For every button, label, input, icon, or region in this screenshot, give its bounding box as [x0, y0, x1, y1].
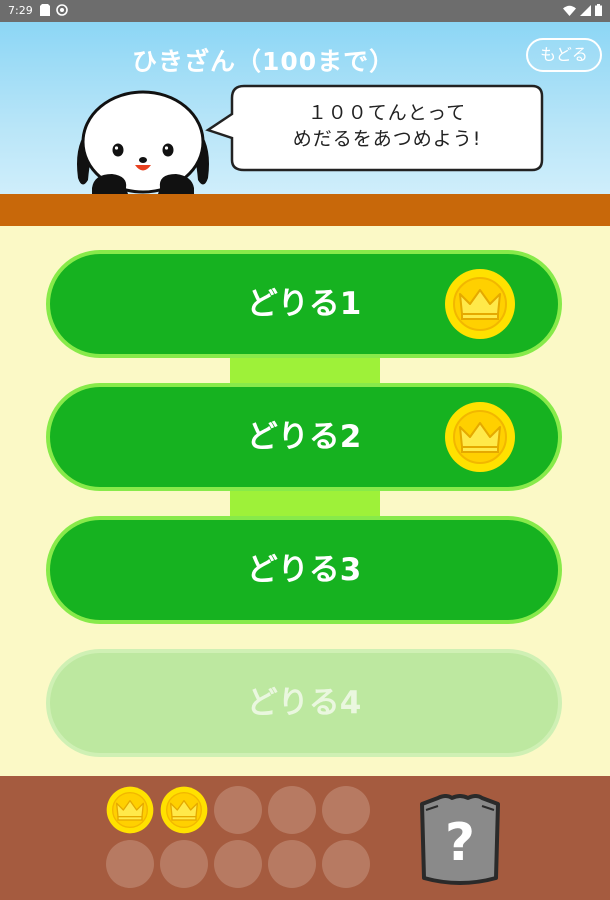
mystery-prize-glyph: ? — [445, 813, 475, 873]
wifi-icon — [563, 5, 576, 16]
medal-slot-empty — [268, 840, 316, 888]
drill-4-label: どりる4 — [246, 685, 362, 721]
medal-slot-empty — [214, 786, 262, 834]
sd-card-icon — [40, 4, 50, 16]
crown-medal-icon — [445, 402, 515, 472]
medal-slot-empty — [106, 840, 154, 888]
drill-4-button[interactable]: どりる4 — [46, 649, 562, 757]
mascot-puppy-icon — [77, 90, 209, 197]
speech-line-2: めだるをあつめよう! — [292, 128, 482, 150]
medal-slot-empty — [214, 840, 262, 888]
mystery-prize-icon[interactable]: ? — [418, 794, 502, 886]
medal-slot-empty — [322, 840, 370, 888]
ground-strip — [0, 194, 610, 226]
crown-medal-icon — [160, 786, 208, 834]
medal-slot-empty — [160, 840, 208, 888]
drill-3-label: どりる3 — [246, 552, 362, 588]
crown-medal-icon — [106, 786, 154, 834]
status-time: 7:29 — [8, 4, 33, 17]
back-button[interactable]: もどる — [526, 38, 602, 72]
drill-2-button[interactable]: どりる2 — [46, 383, 562, 491]
speech-text: １００てんとって めだるをあつめよう! — [232, 100, 542, 152]
signal-icon — [580, 4, 591, 16]
crown-medal-icon — [445, 269, 515, 339]
medal-slot — [160, 786, 208, 834]
speech-line-1: １００てんとって — [307, 102, 467, 124]
drill-3-button[interactable]: どりる3 — [46, 516, 562, 624]
medal-panel: ? — [0, 776, 610, 900]
battery-icon — [595, 4, 602, 16]
medal-slot-empty — [322, 786, 370, 834]
medal-slot — [106, 786, 154, 834]
medal-slot-empty — [268, 786, 316, 834]
drill-1-button[interactable]: どりる1 — [46, 250, 562, 358]
notification-icon — [56, 4, 68, 16]
status-bar: 7:29 — [0, 0, 610, 22]
